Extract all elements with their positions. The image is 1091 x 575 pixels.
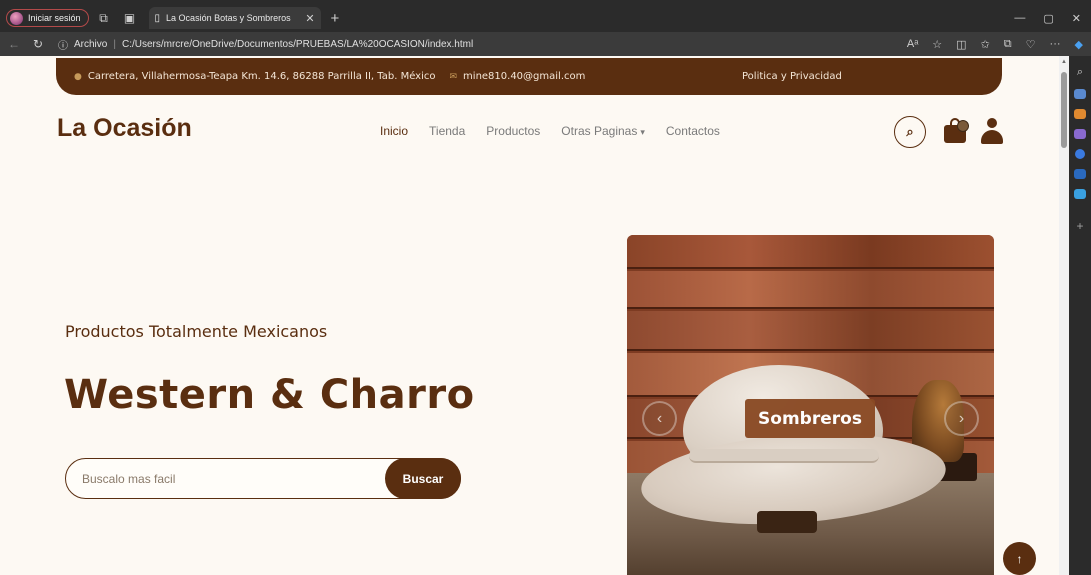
url-prefix: Archivo <box>74 38 108 50</box>
search-icon[interactable]: ⌕ <box>1077 66 1083 79</box>
copilot-icon[interactable]: ◆ <box>1075 38 1083 51</box>
cart-badge <box>957 120 969 132</box>
wood-plank <box>627 311 994 351</box>
user-account-button[interactable] <box>981 118 1003 144</box>
search-icon: ⌕ <box>906 124 914 139</box>
favorites-icon[interactable]: ✩ <box>981 38 990 51</box>
hero-search-button[interactable]: Buscar <box>385 458 461 499</box>
wood-plank <box>627 271 994 309</box>
reload-icon[interactable]: ↻ <box>28 37 48 51</box>
hero-search-input[interactable] <box>82 459 382 498</box>
carousel-prev-button[interactable]: ‹ <box>642 401 677 436</box>
hat-stand <box>757 511 817 533</box>
address-bar-actions: Aᵃ ☆ ◫ ✩ ⧉ ♡ ··· ◆ <box>907 38 1091 51</box>
carousel-slide-label[interactable]: Sombreros <box>745 399 875 438</box>
profile-button[interactable]: Iniciar sesión <box>6 9 89 27</box>
site-logo[interactable]: La Ocasión <box>57 114 192 143</box>
main-nav: Inicio Tienda Productos Otras Paginas ▾ C… <box>380 124 720 138</box>
user-icon-body <box>981 130 1003 144</box>
site-header: La Ocasión Inicio Tienda Productos Otras… <box>0 106 1059 158</box>
scrollbar-thumb[interactable] <box>1061 72 1067 148</box>
tab-active[interactable]: ▯ La Ocasión Botas y Sombreros ✕ <box>148 7 321 29</box>
chevron-left-icon: ‹ <box>656 409 663 427</box>
new-tab-button[interactable]: + <box>331 10 340 27</box>
mail-icon: ✉ <box>449 71 458 82</box>
scroll-up-icon[interactable]: ▲ <box>1061 59 1067 65</box>
url-text: C:/Users/mrcre/OneDrive/Documentos/PRUEB… <box>121 38 474 50</box>
info-icon[interactable]: ⓘ <box>58 37 68 52</box>
privacy-policy-link[interactable]: Politica y Privacidad <box>742 71 842 82</box>
add-sidebar-app-icon[interactable]: + <box>1076 219 1083 233</box>
browser-titlebar: Iniciar sesión ⧉ ▣ ▯ La Ocasión Botas y … <box>0 0 1091 32</box>
page-viewport: ● Carretera, Villahermosa-Teapa Km. 14.6… <box>0 56 1069 575</box>
shopping-bag-button[interactable] <box>944 118 969 144</box>
browser-essentials-icon[interactable]: ♡ <box>1026 38 1036 51</box>
people-icon[interactable] <box>1074 129 1086 139</box>
tab-title: La Ocasión Botas y Sombreros <box>166 13 291 23</box>
tag-icon[interactable] <box>1074 89 1086 99</box>
hat-band <box>689 449 879 463</box>
favorite-star-icon[interactable]: ☆ <box>932 38 942 51</box>
header-search-button[interactable]: ⌕ <box>894 116 926 148</box>
hero-title: Western & Charro <box>64 372 475 418</box>
send-icon[interactable] <box>1074 189 1086 199</box>
window-controls: — ▢ ✕ <box>1014 12 1091 25</box>
url-separator: | <box>113 38 116 50</box>
back-to-top-button[interactable]: ↑ <box>1003 542 1036 575</box>
chevron-right-icon: › <box>958 409 965 427</box>
nav-inicio[interactable]: Inicio <box>380 124 408 138</box>
hero-subtitle: Productos Totalmente Mexicanos <box>65 322 328 341</box>
page-icon: ▯ <box>154 12 161 24</box>
address-bar: ← ↻ ⓘ Archivo | C:/Users/mrcre/OneDrive/… <box>0 32 1091 56</box>
tab-actions-icon[interactable]: ▣ <box>119 7 141 29</box>
hero-search-form: Buscar <box>65 458 461 499</box>
url-field[interactable]: ⓘ Archivo | C:/Users/mrcre/OneDrive/Docu… <box>58 37 473 52</box>
close-window-button[interactable]: ✕ <box>1072 12 1081 25</box>
split-screen-icon[interactable]: ◫ <box>956 38 966 51</box>
nav-otras-paginas[interactable]: Otras Paginas ▾ <box>561 124 645 138</box>
tab-strip: Iniciar sesión ⧉ ▣ ▯ La Ocasión Botas y … <box>0 6 1091 30</box>
nav-contactos[interactable]: Contactos <box>666 124 720 138</box>
chevron-down-icon: ▾ <box>640 127 645 137</box>
tab-close-icon[interactable]: ✕ <box>305 12 314 25</box>
more-menu-icon[interactable]: ··· <box>1050 38 1061 50</box>
carousel-next-button[interactable]: › <box>944 401 979 436</box>
shopping-icon[interactable] <box>1074 109 1086 119</box>
user-icon <box>987 118 997 128</box>
collections-icon[interactable]: ⧉ <box>1004 38 1012 51</box>
arrow-up-icon: ↑ <box>1016 551 1023 566</box>
edge-sidebar: ⌕ + <box>1069 56 1091 575</box>
contact-topbar: ● Carretera, Villahermosa-Teapa Km. 14.6… <box>56 58 1002 95</box>
page-scrollbar[interactable]: ▲ <box>1059 56 1069 575</box>
nav-productos[interactable]: Productos <box>486 124 540 138</box>
outlook-icon[interactable] <box>1074 169 1086 179</box>
minimize-button[interactable]: — <box>1014 12 1025 25</box>
nav-otras-paginas-label: Otras Paginas <box>561 124 638 138</box>
wood-plank <box>627 235 994 269</box>
topbar-address: Carretera, Villahermosa-Teapa Km. 14.6, … <box>87 71 436 82</box>
read-aloud-icon[interactable]: Aᵃ <box>907 38 918 50</box>
nav-tienda[interactable]: Tienda <box>429 124 465 138</box>
profile-avatar-icon <box>10 11 23 25</box>
workspaces-icon[interactable]: ⧉ <box>93 7 115 29</box>
topbar-email[interactable]: mine810.40@gmail.com <box>463 71 585 82</box>
restore-button[interactable]: ▢ <box>1043 12 1053 25</box>
back-icon[interactable]: ← <box>4 37 24 51</box>
copilot-sidebar-icon[interactable] <box>1075 149 1085 159</box>
location-pin-icon: ● <box>74 71 82 82</box>
profile-label: Iniciar sesión <box>28 13 81 23</box>
